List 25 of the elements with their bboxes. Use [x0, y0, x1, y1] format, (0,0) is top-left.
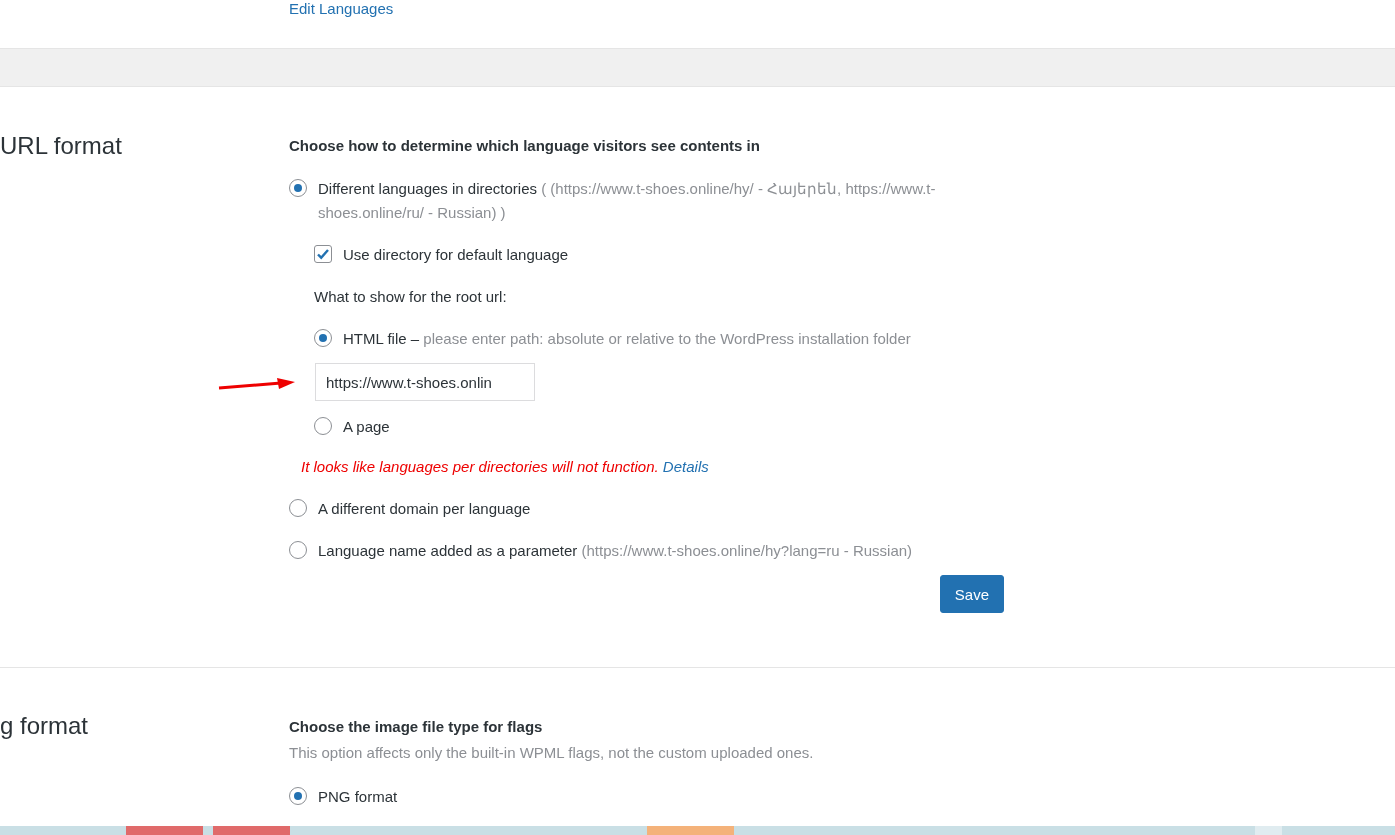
option-label: PNG format — [318, 787, 398, 807]
path-input-field[interactable]: https://www.t-shoes.onlin — [315, 363, 535, 401]
edit-languages-link[interactable]: Edit Languages — [289, 0, 394, 17]
section-title: Choose the image file type for flags — [289, 718, 544, 735]
option-label: A page — [343, 417, 390, 437]
warning-text: It looks like languages per directories will not function. — [301, 458, 659, 475]
option-label: Language name added as a parameter (https://www.t-shoes.online/hy?lang=ru - Russian) — [318, 541, 913, 561]
details-link[interactable]: Details — [662, 458, 709, 475]
radio-button[interactable] — [314, 329, 332, 347]
section-heading: URL format — [0, 132, 122, 159]
radio-button[interactable] — [289, 179, 307, 197]
checkbox-label: Use directory for default language — [343, 245, 569, 265]
radio-button[interactable] — [289, 541, 307, 559]
option-label: A different domain per language — [318, 499, 531, 519]
option-label: Different languages in directories ( (https://www.t-shoes.online/hy/ - Հայերեն, https://www.t-shoes.online/ru/ - Russian) ) — [318, 179, 937, 223]
option-label: HTML file – please enter path: absolute or relative to the WordPress installation folder — [343, 329, 911, 349]
checkbox[interactable] — [314, 245, 332, 263]
radio-button[interactable] — [289, 787, 307, 805]
section-heading: g format — [0, 712, 89, 739]
save-button[interactable]: Save — [939, 575, 1004, 613]
section-description: This option affects only the built-in WPML flags, not the custom uploaded ones. — [289, 744, 815, 761]
section-title: Choose how to determine which language visitors see contents in — [289, 137, 761, 154]
root-url-label: What to show for the root url: — [314, 287, 508, 307]
radio-button[interactable] — [289, 499, 307, 517]
radio-button[interactable] — [314, 417, 332, 435]
